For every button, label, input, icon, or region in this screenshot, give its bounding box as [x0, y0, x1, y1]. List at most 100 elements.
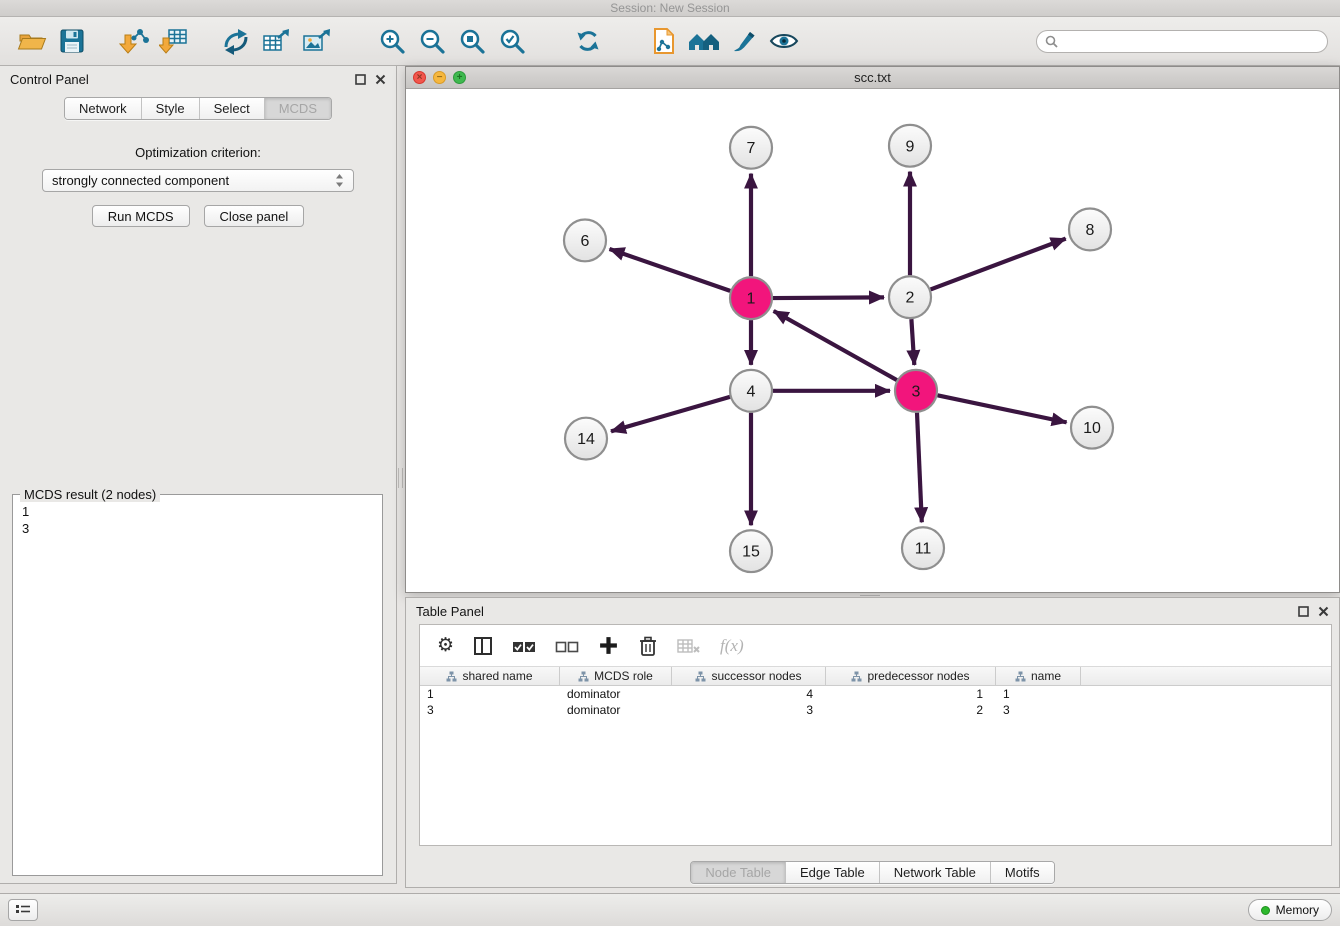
tab-mcds[interactable]: MCDS	[264, 98, 331, 119]
tab-motifs[interactable]: Motifs	[990, 862, 1054, 883]
tab-edge-table[interactable]: Edge Table	[785, 862, 879, 883]
task-history-button[interactable]	[8, 899, 38, 921]
tab-network[interactable]: Network	[65, 98, 141, 119]
dropdown-stepper-icon	[335, 173, 344, 188]
add-row-icon[interactable]	[598, 635, 619, 656]
graph-node-14[interactable]: 14	[565, 418, 607, 460]
table-panel-tabs: Node TableEdge TableNetwork TableMotifs	[690, 861, 1054, 884]
toggle-columns-icon[interactable]	[473, 636, 493, 656]
apply-function-icon: f(x)	[720, 636, 744, 656]
import-table-button[interactable]	[154, 22, 194, 60]
graph-node-2[interactable]: 2	[889, 276, 931, 318]
graph-node-15[interactable]: 15	[730, 530, 772, 572]
column-header-predecessor-nodes[interactable]: predecessor nodes	[826, 667, 996, 685]
zoom-fit-button[interactable]	[452, 22, 492, 60]
zoom-in-button[interactable]	[372, 22, 412, 60]
graph-node-8[interactable]: 8	[1069, 209, 1111, 251]
window-titlebar: Session: New Session	[0, 0, 1340, 17]
close-panel-icon[interactable]	[375, 74, 386, 85]
delete-rows-icon[interactable]	[638, 635, 658, 657]
annotation-button[interactable]	[644, 22, 684, 60]
zoom-selected-button[interactable]	[492, 22, 532, 60]
vertical-splitter-handle[interactable]	[398, 468, 403, 488]
graph-edge-2-8[interactable]	[931, 239, 1066, 290]
svg-text:1: 1	[747, 291, 756, 308]
tab-style[interactable]: Style	[141, 98, 199, 119]
close-window-icon[interactable]: ×	[413, 71, 426, 84]
export-table-button[interactable]	[256, 22, 296, 60]
control-panel-title: Control Panel	[10, 72, 89, 87]
memory-label: Memory	[1276, 903, 1319, 917]
float-table-panel-icon[interactable]	[1298, 606, 1309, 617]
table-cell: 3	[996, 702, 1081, 718]
svg-text:15: 15	[742, 544, 760, 561]
graph-node-6[interactable]: 6	[564, 219, 606, 261]
criterion-dropdown-value: strongly connected component	[52, 173, 229, 188]
save-session-button[interactable]	[52, 22, 92, 60]
export-network-button[interactable]	[216, 22, 256, 60]
table-row[interactable]: 1dominator411	[420, 686, 1331, 702]
float-panel-icon[interactable]	[355, 74, 366, 85]
open-session-button[interactable]	[12, 22, 52, 60]
column-header-name[interactable]: name	[996, 667, 1081, 685]
network-canvas[interactable]: 7 9 6 8 1 2 4 3 14 10 15 11	[406, 90, 1339, 592]
table-header-row: shared nameMCDS rolesuccessor nodesprede…	[420, 667, 1331, 686]
search-icon	[1045, 35, 1058, 48]
table-cell: 3	[420, 702, 560, 718]
tab-select[interactable]: Select	[199, 98, 264, 119]
table-cell: dominator	[560, 702, 672, 718]
graph-edge-3-11[interactable]	[917, 413, 922, 523]
graph-node-11[interactable]: 11	[902, 527, 944, 569]
optimization-label: Optimization criterion:	[0, 145, 396, 160]
column-header-shared-name[interactable]: shared name	[420, 667, 560, 685]
column-header-MCDS-role[interactable]: MCDS role	[560, 667, 672, 685]
graph-edge-3-1[interactable]	[774, 311, 897, 380]
graph-node-10[interactable]: 10	[1071, 407, 1113, 449]
graph-node-3[interactable]: 3	[895, 370, 937, 412]
graph-edge-1-6[interactable]	[610, 249, 731, 291]
mcds-result-lines: 13	[13, 495, 382, 545]
graph-node-4[interactable]: 4	[730, 370, 772, 412]
close-panel-button[interactable]: Close panel	[204, 205, 305, 227]
svg-text:2: 2	[906, 290, 915, 307]
table-settings-icon[interactable]: ⚙	[437, 636, 454, 655]
minimize-window-icon[interactable]: −	[433, 71, 446, 84]
export-image-button[interactable]	[296, 22, 336, 60]
graph-edge-3-10[interactable]	[938, 395, 1067, 422]
main-toolbar	[0, 17, 1340, 66]
refresh-button[interactable]	[568, 22, 608, 60]
search-input[interactable]	[1063, 34, 1319, 49]
run-mcds-button[interactable]: Run MCDS	[92, 205, 190, 227]
memory-button[interactable]: Memory	[1248, 899, 1332, 921]
home-view-button[interactable]	[684, 22, 724, 60]
zoom-out-button[interactable]	[412, 22, 452, 60]
network-graph[interactable]: 7 9 6 8 1 2 4 3 14 10 15 11	[406, 90, 1339, 592]
select-all-icon[interactable]	[512, 638, 536, 654]
criterion-dropdown[interactable]: strongly connected component	[42, 169, 354, 192]
import-network-button[interactable]	[114, 22, 154, 60]
table-panel: Table Panel ⚙	[405, 597, 1340, 888]
close-table-panel-icon[interactable]	[1318, 606, 1329, 617]
mcds-result-line: 1	[22, 503, 373, 520]
network-window-title: scc.txt	[406, 70, 1339, 85]
window-title: Session: New Session	[610, 1, 729, 15]
graph-node-9[interactable]: 9	[889, 125, 931, 167]
column-header-successor-nodes[interactable]: successor nodes	[672, 667, 826, 685]
table-row[interactable]: 3dominator323	[420, 702, 1331, 718]
mcds-result-title: MCDS result (2 nodes)	[20, 487, 160, 502]
graphics-details-button[interactable]	[724, 22, 764, 60]
open-folder-icon	[17, 26, 47, 56]
control-panel-header: Control Panel	[0, 66, 396, 92]
zoom-window-icon[interactable]: +	[453, 71, 466, 84]
graph-node-1[interactable]: 1	[730, 277, 772, 319]
show-hide-panel-button[interactable]	[764, 22, 804, 60]
deselect-all-icon[interactable]	[555, 638, 579, 654]
graph-node-7[interactable]: 7	[730, 127, 772, 169]
tab-network-table[interactable]: Network Table	[879, 862, 990, 883]
graph-edge-1-2[interactable]	[773, 297, 884, 298]
graph-edge-4-14[interactable]	[611, 397, 730, 431]
tab-node-table[interactable]: Node Table	[691, 862, 785, 883]
svg-text:9: 9	[906, 138, 915, 155]
graph-edge-2-3[interactable]	[911, 319, 914, 365]
search-box[interactable]	[1036, 30, 1328, 53]
